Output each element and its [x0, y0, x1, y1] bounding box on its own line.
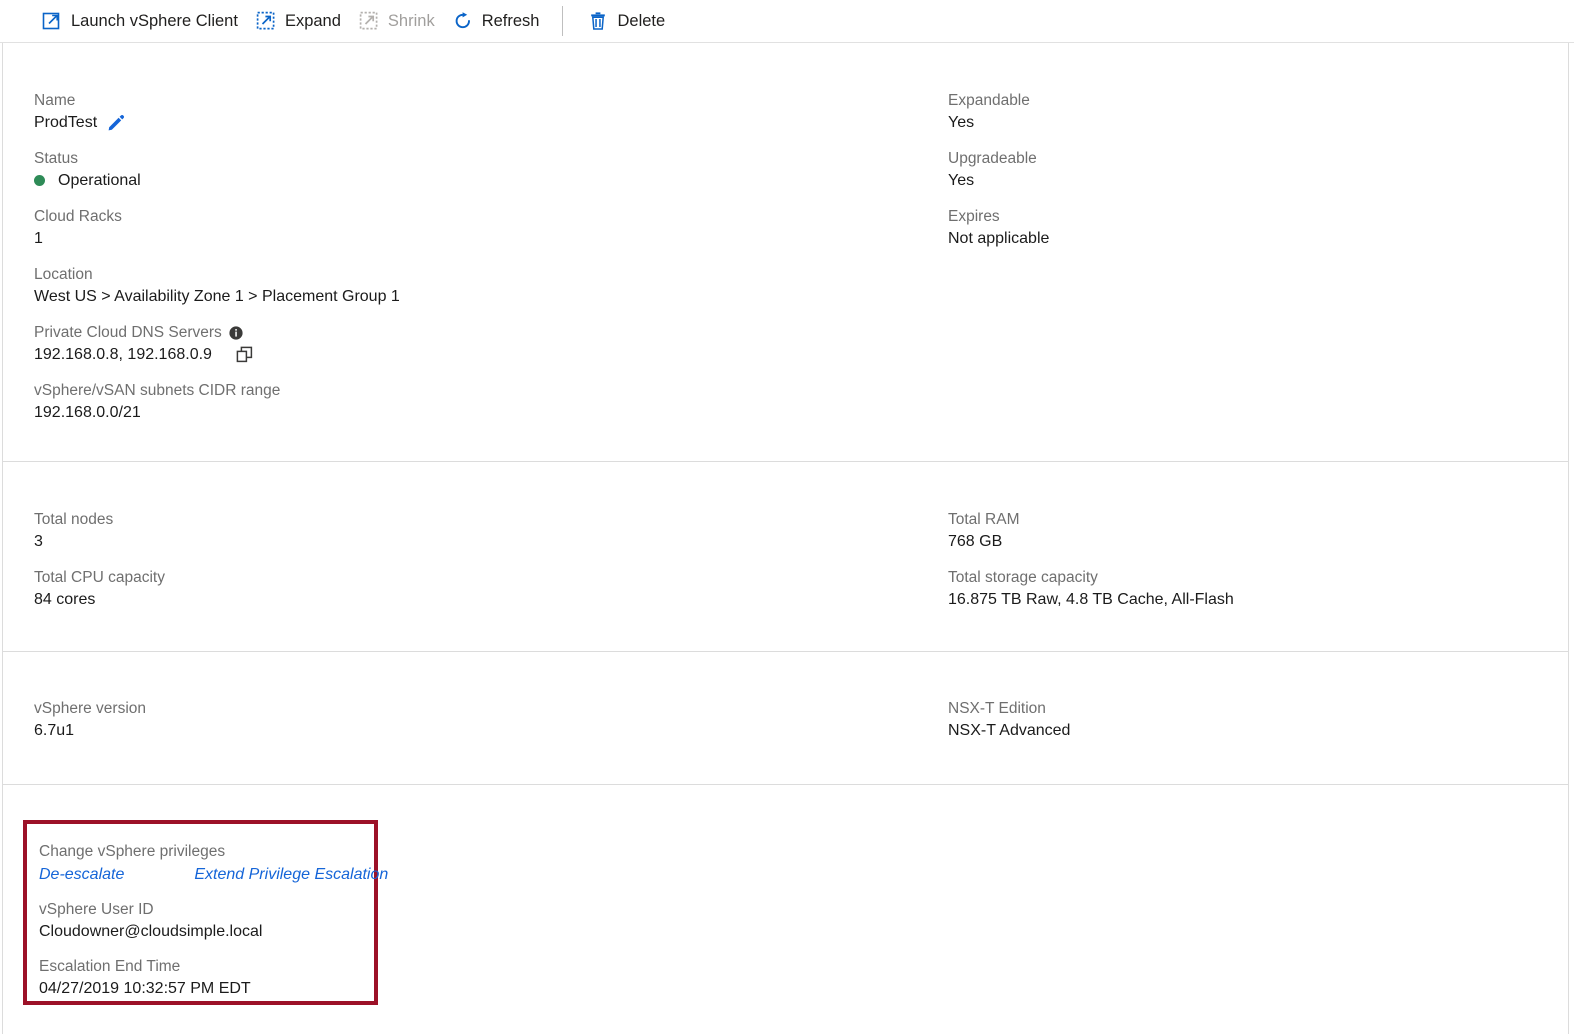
dns-servers-field: Private Cloud DNS Servers 192.168.0.8, 1… [34, 322, 946, 366]
shrink-label: Shrink [387, 11, 435, 30]
trash-icon [588, 11, 608, 31]
vsphere-user-id-label: vSphere User ID [39, 901, 154, 918]
cidr-value: 192.168.0.0/21 [34, 404, 141, 421]
total-nodes-value: 3 [34, 533, 43, 550]
copy-icon[interactable] [236, 346, 253, 363]
name-value: ProdTest [34, 114, 98, 131]
change-privileges-label: Change vSphere privileges [39, 843, 226, 860]
status-label: Status [34, 150, 78, 167]
software-right-column: NSX-T Edition NSX-T Advanced [946, 698, 1546, 784]
refresh-label: Refresh [481, 11, 540, 30]
total-ram-value: 768 GB [948, 533, 1003, 550]
capacity-left-column: Total nodes 3 Total CPU capacity 84 core… [3, 509, 946, 651]
total-storage-label: Total storage capacity [948, 569, 1098, 586]
total-storage-value: 16.875 TB Raw, 4.8 TB Cache, All-Flash [948, 591, 1234, 608]
cloud-racks-value: 1 [34, 230, 43, 247]
vsphere-version-label: vSphere version [34, 700, 147, 717]
expand-icon [256, 11, 276, 31]
cloud-racks-field: Cloud Racks 1 [34, 206, 946, 250]
vsphere-user-id-field: vSphere User ID Cloudowner@cloudsimple.l… [39, 899, 374, 943]
status-badge: Operational [58, 172, 141, 189]
private-cloud-summary-page: Launch vSphere Client Expand Shrink Refr… [0, 0, 1574, 1034]
expand-label: Expand [284, 11, 341, 30]
refresh-icon [453, 11, 473, 31]
expires-value: Not applicable [948, 230, 1050, 247]
escalation-end-time-label: Escalation End Time [39, 958, 181, 975]
change-privileges-field: Change vSphere privileges De-escalate Ex… [39, 841, 388, 886]
info-icon[interactable] [229, 325, 243, 340]
external-link-icon [42, 11, 62, 31]
total-storage-field: Total storage capacity 16.875 TB Raw, 4.… [948, 567, 1546, 611]
dns-servers-label-row: Private Cloud DNS Servers [34, 322, 946, 343]
location-field: Location West US > Availability Zone 1 >… [34, 264, 946, 308]
software-section: vSphere version 6.7u1 NSX-T Edition NSX-… [3, 652, 1568, 785]
shrink-button[interactable]: Shrink [350, 5, 444, 37]
delete-label: Delete [617, 11, 666, 30]
command-toolbar: Launch vSphere Client Expand Shrink Refr… [0, 0, 1574, 43]
location-value: West US > Availability Zone 1 > Placemen… [34, 288, 400, 305]
shrink-icon [359, 11, 379, 31]
dns-servers-value-row: 192.168.0.8, 192.168.0.9 [34, 343, 946, 366]
status-dot-green [34, 175, 45, 186]
privileges-highlight-box: Change vSphere privileges De-escalate Ex… [23, 820, 388, 1005]
vsphere-version-value: 6.7u1 [34, 722, 75, 739]
name-value-row: ProdTest [34, 111, 946, 134]
nsxt-edition-label: NSX-T Edition [948, 700, 1046, 717]
refresh-button[interactable]: Refresh [444, 5, 549, 37]
name-field: Name ProdTest [34, 90, 946, 134]
vsphere-user-id-value: Cloudowner@cloudsimple.local [39, 923, 263, 940]
software-left-column: vSphere version 6.7u1 [3, 698, 946, 784]
location-label: Location [34, 266, 93, 283]
expand-button[interactable]: Expand [247, 5, 350, 37]
total-ram-field: Total RAM 768 GB [948, 509, 1546, 553]
overview-right-column: Expandable Yes Upgradeable Yes Expires N… [946, 90, 1546, 461]
de-escalate-link[interactable]: De-escalate [39, 863, 124, 886]
cidr-label: vSphere/vSAN subnets CIDR range [34, 382, 281, 399]
upgradeable-field: Upgradeable Yes [948, 148, 1546, 192]
status-value-row: Operational [34, 169, 946, 192]
cidr-field: vSphere/vSAN subnets CIDR range 192.168.… [34, 380, 946, 424]
expires-field: Expires Not applicable [948, 206, 1546, 250]
pencil-icon[interactable] [107, 114, 125, 132]
expandable-label: Expandable [948, 92, 1030, 109]
total-nodes-label: Total nodes [34, 511, 114, 528]
expandable-field: Expandable Yes [948, 90, 1546, 134]
total-cpu-field: Total CPU capacity 84 cores [34, 567, 946, 611]
summary-body: Name ProdTest Status Operational Cloud R… [2, 43, 1569, 1034]
escalation-end-time-value: 04/27/2019 10:32:57 PM EDT [39, 980, 251, 997]
total-nodes-field: Total nodes 3 [34, 509, 946, 553]
capacity-section: Total nodes 3 Total CPU capacity 84 core… [3, 462, 1568, 652]
extend-privilege-escalation-link[interactable]: Extend Privilege Escalation [194, 863, 388, 886]
privileges-section: Change vSphere privileges De-escalate Ex… [3, 785, 1568, 1033]
delete-button[interactable]: Delete [579, 5, 674, 37]
total-ram-label: Total RAM [948, 511, 1020, 528]
upgradeable-label: Upgradeable [948, 150, 1037, 167]
privilege-links-row: De-escalate Extend Privilege Escalation [39, 863, 388, 886]
toolbar-separator [562, 6, 564, 36]
upgradeable-value: Yes [948, 172, 975, 189]
escalation-end-time-field: Escalation End Time 04/27/2019 10:32:57 … [39, 956, 374, 1000]
total-cpu-value: 84 cores [34, 591, 96, 608]
launch-vsphere-client-button[interactable]: Launch vSphere Client [33, 5, 247, 37]
name-label: Name [34, 92, 76, 109]
total-cpu-label: Total CPU capacity [34, 569, 165, 586]
vsphere-version-field: vSphere version 6.7u1 [34, 698, 946, 742]
expires-label: Expires [948, 208, 1000, 225]
launch-vsphere-client-label: Launch vSphere Client [71, 11, 238, 30]
dns-servers-label: Private Cloud DNS Servers [34, 324, 222, 341]
cloud-racks-label: Cloud Racks [34, 208, 122, 225]
overview-left-column: Name ProdTest Status Operational Cloud R… [3, 90, 946, 461]
nsxt-edition-field: NSX-T Edition NSX-T Advanced [948, 698, 1546, 742]
dns-servers-value: 192.168.0.8, 192.168.0.9 [34, 346, 212, 363]
expandable-value: Yes [948, 114, 975, 131]
nsxt-edition-value: NSX-T Advanced [948, 722, 1071, 739]
capacity-right-column: Total RAM 768 GB Total storage capacity … [946, 509, 1546, 651]
overview-section: Name ProdTest Status Operational Cloud R… [3, 43, 1568, 462]
status-field: Status Operational [34, 148, 946, 192]
